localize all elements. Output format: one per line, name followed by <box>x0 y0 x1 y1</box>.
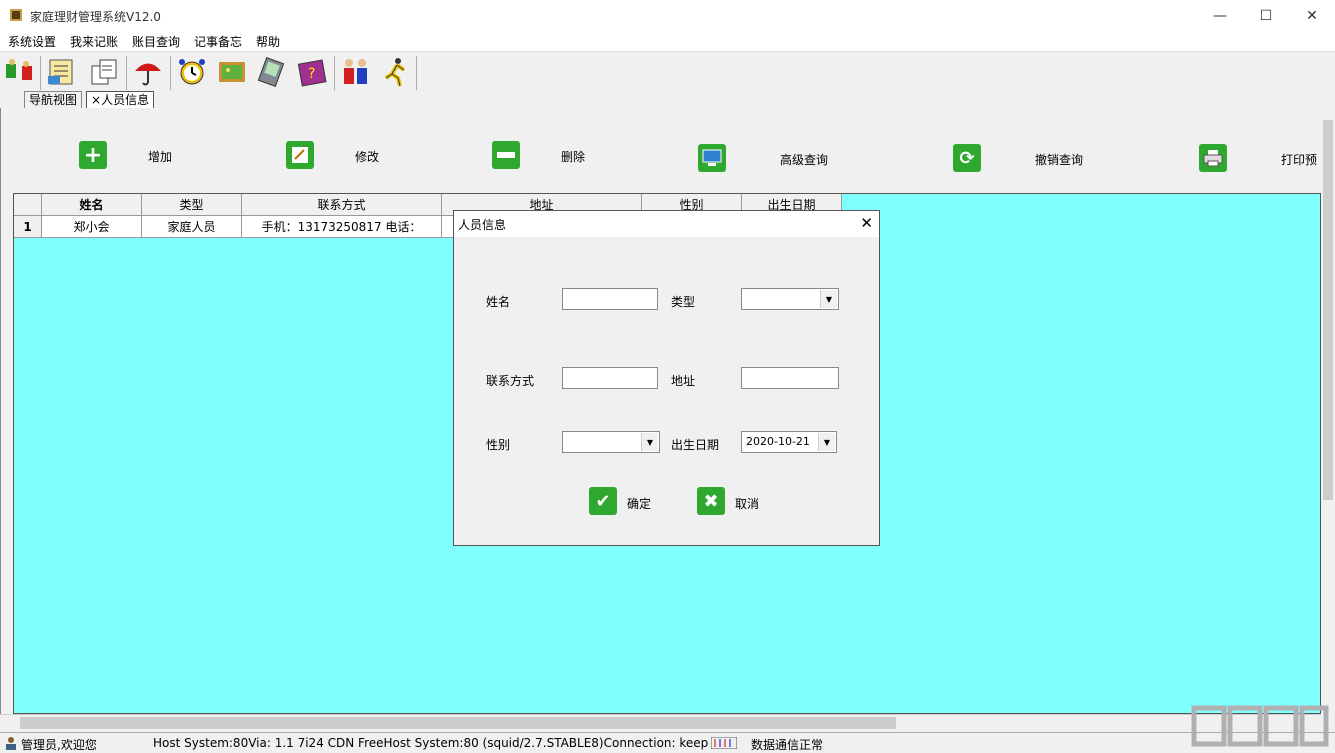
add-label[interactable]: 增加 <box>148 148 172 165</box>
name-input[interactable] <box>562 288 658 310</box>
personnel-info-dialog: 人员信息 ✕ 姓名 类型 ▼ 联系方式 地址 性别 ▼ 出生日期 2020-10… <box>453 210 880 546</box>
type-select[interactable]: ▼ <box>741 288 839 310</box>
umbrella-icon[interactable] <box>132 56 164 88</box>
menu-system-settings[interactable]: 系统设置 <box>8 33 56 50</box>
birth-date-label: 出生日期 <box>671 438 720 452</box>
toolbar-separator <box>416 56 417 90</box>
address-input[interactable] <box>741 367 839 389</box>
tab-navigation-view[interactable]: 导航视图 <box>24 91 83 108</box>
menu-memo[interactable]: 记事备忘 <box>194 33 242 50</box>
address-label: 地址 <box>671 374 696 388</box>
cell-type[interactable]: 家庭人员 <box>142 216 242 238</box>
grid-corner <box>14 194 42 216</box>
user-icon <box>6 737 16 750</box>
name-label: 姓名 <box>486 295 511 309</box>
ledger-book-icon[interactable] <box>46 56 78 88</box>
ok-label[interactable]: 确定 <box>627 495 651 512</box>
chevron-down-icon[interactable]: ▼ <box>818 433 835 451</box>
birth-date-value: 2020-10-21 <box>746 435 810 448</box>
contact-label: 联系方式 <box>486 374 535 388</box>
checkmark-icon: ✔ <box>589 487 617 515</box>
toolbar-separator <box>334 56 335 90</box>
tab-close-icon[interactable]: × <box>91 93 101 107</box>
delete-label[interactable]: 删除 <box>561 148 585 165</box>
menu-bookkeeping[interactable]: 我来记账 <box>70 33 118 50</box>
status-user: 管理员,欢迎您 <box>21 738 97 752</box>
x-mark-icon: ✖ <box>697 487 725 515</box>
type-label: 类型 <box>671 295 696 309</box>
status-host: Host System:80Via: 1.1 7i24 CDN FreeHost… <box>153 736 709 750</box>
maximize-button[interactable]: ☐ <box>1243 0 1289 31</box>
refresh-icon: ⟳ <box>953 144 981 172</box>
cancel-search-button[interactable]: ⟳ <box>953 144 981 172</box>
picture-frame-icon[interactable] <box>216 56 248 88</box>
svg-text:?: ? <box>308 66 315 82</box>
contact-input[interactable] <box>562 367 658 389</box>
chevron-down-icon[interactable]: ▼ <box>641 433 658 451</box>
toolbar-separator <box>126 56 127 90</box>
row-index[interactable]: 1 <box>14 216 42 238</box>
dialog-close-icon[interactable]: ✕ <box>860 214 873 232</box>
exit-running-man-icon[interactable] <box>380 56 412 88</box>
monitor-icon <box>698 144 726 172</box>
delete-button[interactable] <box>492 141 520 169</box>
help-book-icon[interactable]: ? <box>296 56 328 88</box>
window-title: 家庭理财管理系统V12.0 <box>30 10 161 24</box>
column-header-type[interactable]: 类型 <box>142 194 242 216</box>
add-button[interactable]: + <box>79 141 107 169</box>
status-bar: 管理员,欢迎您 Host System:80Via: 1.1 7i24 CDN … <box>0 732 1335 753</box>
documents-icon[interactable] <box>88 56 120 88</box>
dialog-title-bar: 人员信息 ✕ <box>454 211 879 237</box>
cell-name[interactable]: 郑小会 <box>42 216 142 238</box>
toolbar-separator <box>170 56 171 90</box>
advanced-search-label[interactable]: 高级查询 <box>780 151 828 168</box>
cancel-button[interactable]: ✖ <box>697 487 725 515</box>
gender-select[interactable]: ▼ <box>562 431 660 453</box>
cancel-search-label[interactable]: 撤销查询 <box>1035 151 1083 168</box>
toolbar: ? <box>0 51 1335 92</box>
app-logo-icon <box>10 9 22 21</box>
printer-icon <box>1199 144 1227 172</box>
tab-personnel-info-label: 人员信息 <box>101 93 150 107</box>
edit-label[interactable]: 修改 <box>355 148 379 165</box>
title-bar: 家庭理财管理系统V12.0 — ☐ ✕ <box>0 0 1335 31</box>
people-icon[interactable] <box>340 56 372 88</box>
cell-contact[interactable]: 手机：13173250817 电话： <box>242 216 442 238</box>
status-communication: 数据通信正常 <box>751 738 824 752</box>
minimize-button[interactable]: — <box>1197 0 1243 31</box>
gender-label: 性别 <box>486 438 511 452</box>
connection-indicator-icon <box>711 737 737 749</box>
birth-date-picker[interactable]: 2020-10-21 ▼ <box>741 431 837 453</box>
edit-note-icon <box>286 141 314 169</box>
chevron-down-icon[interactable]: ▼ <box>820 290 837 308</box>
edit-button[interactable] <box>286 141 314 169</box>
print-preview-label[interactable]: 打印预 <box>1281 151 1317 168</box>
plus-icon: + <box>79 141 107 169</box>
tab-strip: 导航视图 ×人员信息 <box>0 91 1335 109</box>
toolbar-separator <box>40 56 41 90</box>
alarm-clock-icon[interactable] <box>176 56 208 88</box>
menu-help[interactable]: 帮助 <box>256 33 280 50</box>
watermark-logo <box>1191 705 1329 747</box>
column-header-contact[interactable]: 联系方式 <box>242 194 442 216</box>
vertical-scrollbar-thumb[interactable] <box>1323 120 1333 500</box>
minus-icon <box>492 141 520 169</box>
network-users-icon[interactable] <box>4 56 36 88</box>
pda-device-icon[interactable] <box>256 56 288 88</box>
close-button[interactable]: ✕ <box>1289 0 1335 31</box>
menu-account-query[interactable]: 账目查询 <box>132 33 180 50</box>
tab-personnel-info[interactable]: ×人员信息 <box>86 91 155 108</box>
menu-bar: 系统设置 我来记账 账目查询 记事备忘 帮助 <box>0 31 1335 51</box>
horizontal-scrollbar-thumb[interactable] <box>20 717 896 729</box>
cancel-label[interactable]: 取消 <box>735 495 759 512</box>
ok-button[interactable]: ✔ <box>589 487 617 515</box>
column-header-name[interactable]: 姓名 <box>42 194 142 216</box>
print-preview-button[interactable] <box>1199 144 1227 172</box>
advanced-search-button[interactable] <box>698 144 726 172</box>
dialog-title: 人员信息 <box>458 218 507 232</box>
